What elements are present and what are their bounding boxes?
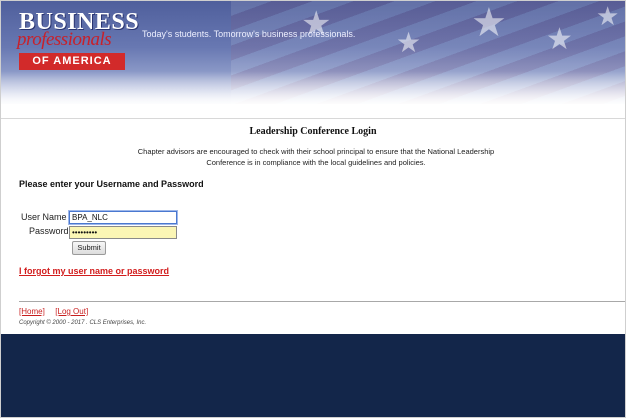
home-link[interactable]: [Home]	[19, 307, 45, 316]
page-title: Leadership Conference Login	[249, 126, 377, 137]
password-label: Password	[29, 226, 69, 236]
login-prompt: Please enter your Username and Password	[19, 179, 204, 189]
forgot-credentials-link[interactable]: I forgot my user name or password	[19, 266, 169, 276]
star-icon: ★	[471, 1, 507, 45]
page-frame: ★ ★ ★ ★ ★ BUSINESS professionals OF AMER…	[0, 0, 626, 418]
copyright-text: Copyright © 2000 - 2017 . CLS Enterprise…	[19, 320, 147, 326]
star-icon: ★	[546, 23, 573, 56]
username-input[interactable]: BPA_NLC	[69, 211, 177, 224]
logout-link[interactable]: [Log Out]	[55, 307, 88, 316]
advisor-notice: Chapter advisors are encouraged to check…	[137, 147, 495, 167]
tagline: Today's students. Tomorrow's business pr…	[142, 29, 356, 39]
footer-divider	[19, 301, 625, 302]
bpa-logo: BUSINESS professionals OF AMERICA	[9, 9, 139, 73]
header-banner: ★ ★ ★ ★ ★ BUSINESS professionals OF AMER…	[1, 1, 625, 104]
logo-line3: OF AMERICA	[19, 53, 125, 70]
submit-button[interactable]: Submit	[72, 241, 106, 255]
footer-band	[1, 334, 625, 417]
username-label: User Name	[21, 212, 67, 222]
star-icon: ★	[596, 1, 620, 31]
footer-links: [Home] [Log Out]	[19, 307, 88, 316]
star-icon: ★	[396, 27, 422, 58]
banner-fade	[1, 71, 625, 104]
password-input[interactable]: •••••••••	[69, 226, 177, 239]
logo-line2: professionals	[17, 29, 112, 50]
divider	[1, 118, 625, 119]
